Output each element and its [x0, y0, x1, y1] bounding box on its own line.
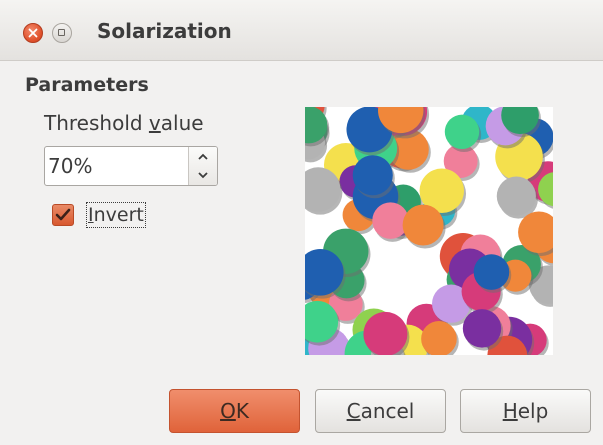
chevron-down-icon: [198, 172, 208, 179]
cancel-button[interactable]: Cancel: [315, 389, 446, 433]
threshold-input[interactable]: [45, 147, 188, 185]
cancel-post: ancel: [360, 399, 415, 423]
preview-disc: [402, 204, 444, 246]
spin-buttons: [188, 147, 217, 185]
threshold-label-mnemonic: v: [148, 111, 161, 135]
chevron-up-icon: [198, 153, 208, 160]
preview-disc: [363, 311, 408, 355]
preview-disc: [421, 321, 457, 355]
help-button[interactable]: Help: [460, 389, 591, 433]
cancel-mnemonic: C: [346, 399, 361, 423]
increment-button[interactable]: [189, 147, 217, 166]
preview-disc: [473, 254, 510, 290]
threshold-spinbox[interactable]: [44, 146, 218, 186]
title-bar[interactable]: Solarization: [0, 0, 603, 61]
window-title: Solarization: [97, 19, 232, 43]
threshold-label-pre: Threshold: [44, 111, 149, 135]
preview-canvas: [305, 107, 553, 355]
ok-post: K: [235, 399, 249, 423]
decrement-button[interactable]: [189, 166, 217, 185]
solarization-dialog: Solarization Parameters Threshold value …: [0, 0, 603, 445]
threshold-label: Threshold value: [44, 111, 204, 135]
ok-mnemonic: O: [220, 399, 236, 423]
maximize-icon: [58, 29, 65, 36]
preview-disc: [462, 309, 502, 348]
invert-label[interactable]: Invert: [86, 202, 146, 228]
close-icon: [28, 28, 38, 38]
parameters-heading: Parameters: [25, 74, 149, 96]
threshold-label-post: alue: [160, 111, 204, 135]
preview-disc: [496, 176, 536, 216]
close-button[interactable]: [23, 23, 43, 43]
invert-label-post: nvert: [93, 204, 144, 226]
ok-button[interactable]: OK: [169, 389, 300, 433]
preview-image: [305, 107, 553, 355]
invert-checkbox[interactable]: [52, 204, 74, 226]
preview-disc: [352, 155, 393, 196]
maximize-button[interactable]: [52, 23, 72, 43]
checkmark-icon: [55, 208, 71, 221]
help-post: elp: [517, 399, 549, 423]
help-mnemonic: H: [502, 399, 518, 423]
preview-disc: [444, 114, 480, 150]
